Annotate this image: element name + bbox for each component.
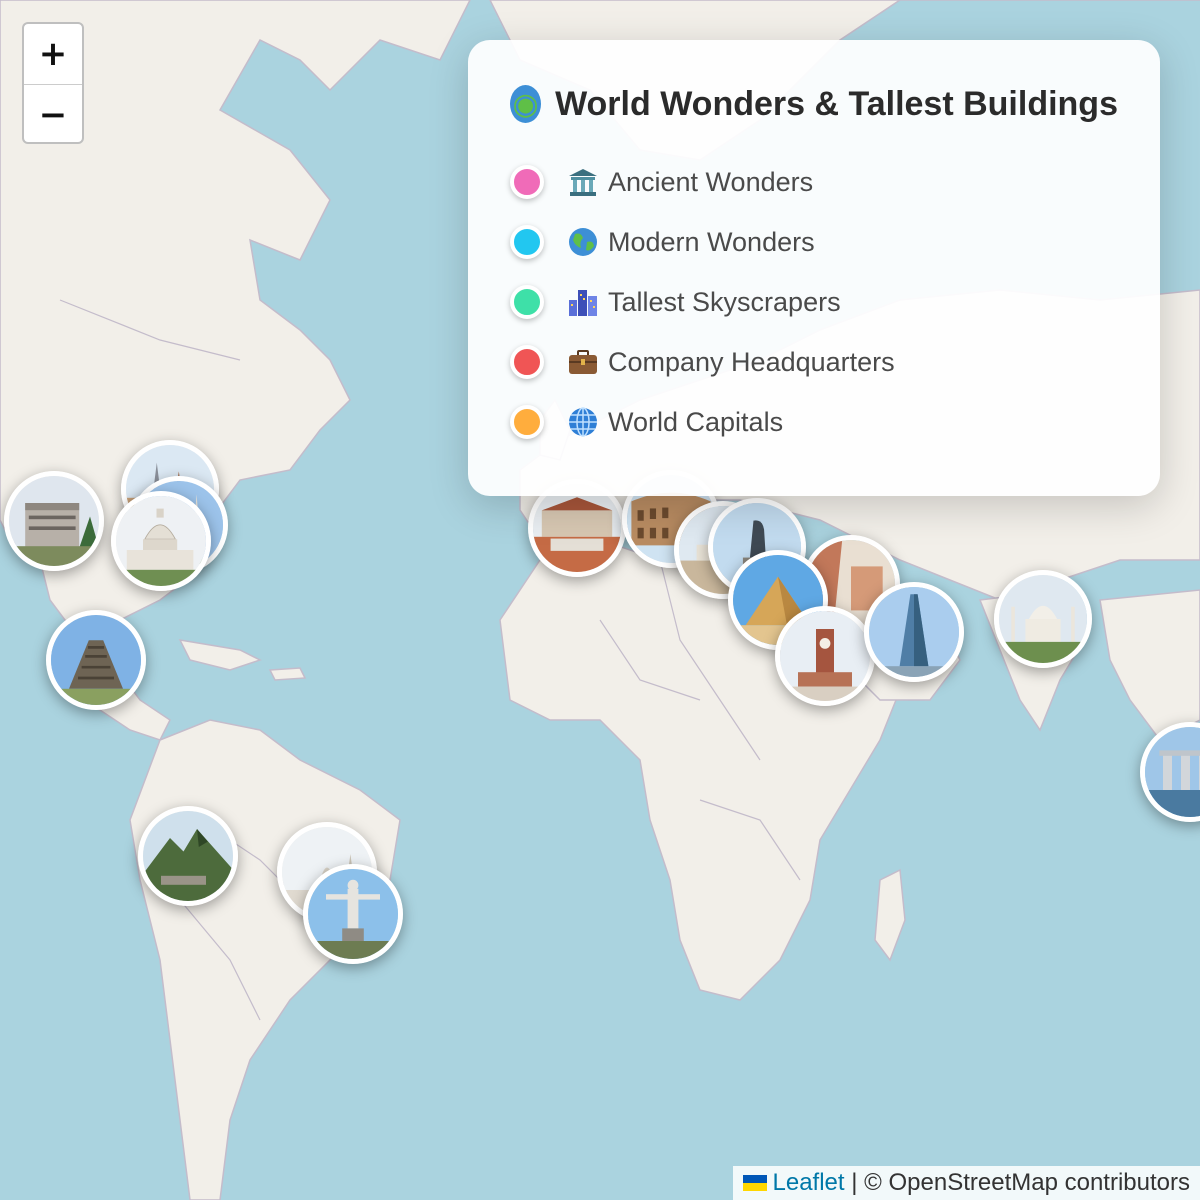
legend-title-text: World Wonders & Tallest Buildings xyxy=(555,84,1118,123)
attribution-separator: | xyxy=(844,1169,865,1196)
old-town-photo xyxy=(533,484,621,572)
glass-tower-photo xyxy=(869,587,959,677)
clock-tower-photo xyxy=(780,611,870,701)
marker-office-building[interactable] xyxy=(4,471,104,571)
globe-meridians-icon xyxy=(566,405,600,439)
briefcase-icon xyxy=(566,345,600,379)
capitol-dome-photo xyxy=(116,496,206,586)
legend-title: ◉ World Wonders & Tallest Buildings xyxy=(510,82,1118,126)
marker-us-capitol[interactable] xyxy=(111,491,211,591)
cityscape-icon xyxy=(566,285,600,319)
legend-item-modern-wonders[interactable]: Modern Wonders xyxy=(510,212,1118,272)
ukraine-flag-icon xyxy=(742,1175,767,1191)
legend-item-world-capitals[interactable]: World Capitals xyxy=(510,392,1118,452)
legend-label: World Capitals xyxy=(608,406,784,437)
zoom-out-button[interactable]: − xyxy=(24,84,82,142)
legend-dot-red xyxy=(510,345,544,379)
zoom-in-button[interactable]: + xyxy=(24,24,82,84)
classical-building-icon xyxy=(566,165,600,199)
leaflet-link[interactable]: Leaflet xyxy=(773,1169,845,1197)
legend-item-ancient-wonders[interactable]: Ancient Wonders xyxy=(510,152,1118,212)
marker-chichen-itza[interactable] xyxy=(46,610,146,710)
marker-taj-mahal[interactable] xyxy=(994,570,1092,668)
legend-label: Modern Wonders xyxy=(608,226,815,257)
legend-label: Tallest Skyscrapers xyxy=(608,286,841,317)
marker-mecca-clock-tower[interactable] xyxy=(775,606,875,706)
osm-attribution-text[interactable]: © OpenStreetMap contributors xyxy=(864,1169,1190,1197)
legend-panel: ◉ World Wonders & Tallest Buildings Anci… xyxy=(468,40,1160,496)
statue-photo xyxy=(308,869,398,959)
legend-dot-cyan xyxy=(510,225,544,259)
legend-dot-pink xyxy=(510,165,544,199)
marker-burj-khalifa[interactable] xyxy=(864,582,964,682)
legend-label: Company Headquarters xyxy=(608,346,895,377)
legend-dot-orange xyxy=(510,405,544,439)
globe-icon: ◉ xyxy=(510,85,542,123)
marker-machu-picchu[interactable] xyxy=(138,806,238,906)
marker-christ-the-redeemer[interactable] xyxy=(303,864,403,964)
zoom-control: + − xyxy=(22,22,84,144)
skyline-photo xyxy=(1145,727,1200,817)
office-building-photo xyxy=(9,476,99,566)
taj-mahal-photo xyxy=(999,575,1087,663)
mountain-ruins-photo xyxy=(143,811,233,901)
map[interactable]: + − ◉ World Wonders & Tallest Buildings … xyxy=(0,0,1200,1200)
legend-item-tallest-skyscrapers[interactable]: Tallest Skyscrapers xyxy=(510,272,1118,332)
legend-label: Ancient Wonders xyxy=(608,166,814,197)
globe-icon xyxy=(566,225,600,259)
legend-item-company-headquarters[interactable]: Company Headquarters xyxy=(510,332,1118,392)
pyramid-photo xyxy=(51,615,141,705)
map-attribution: Leaflet | © OpenStreetMap contributors xyxy=(732,1166,1200,1200)
legend-dot-green xyxy=(510,285,544,319)
